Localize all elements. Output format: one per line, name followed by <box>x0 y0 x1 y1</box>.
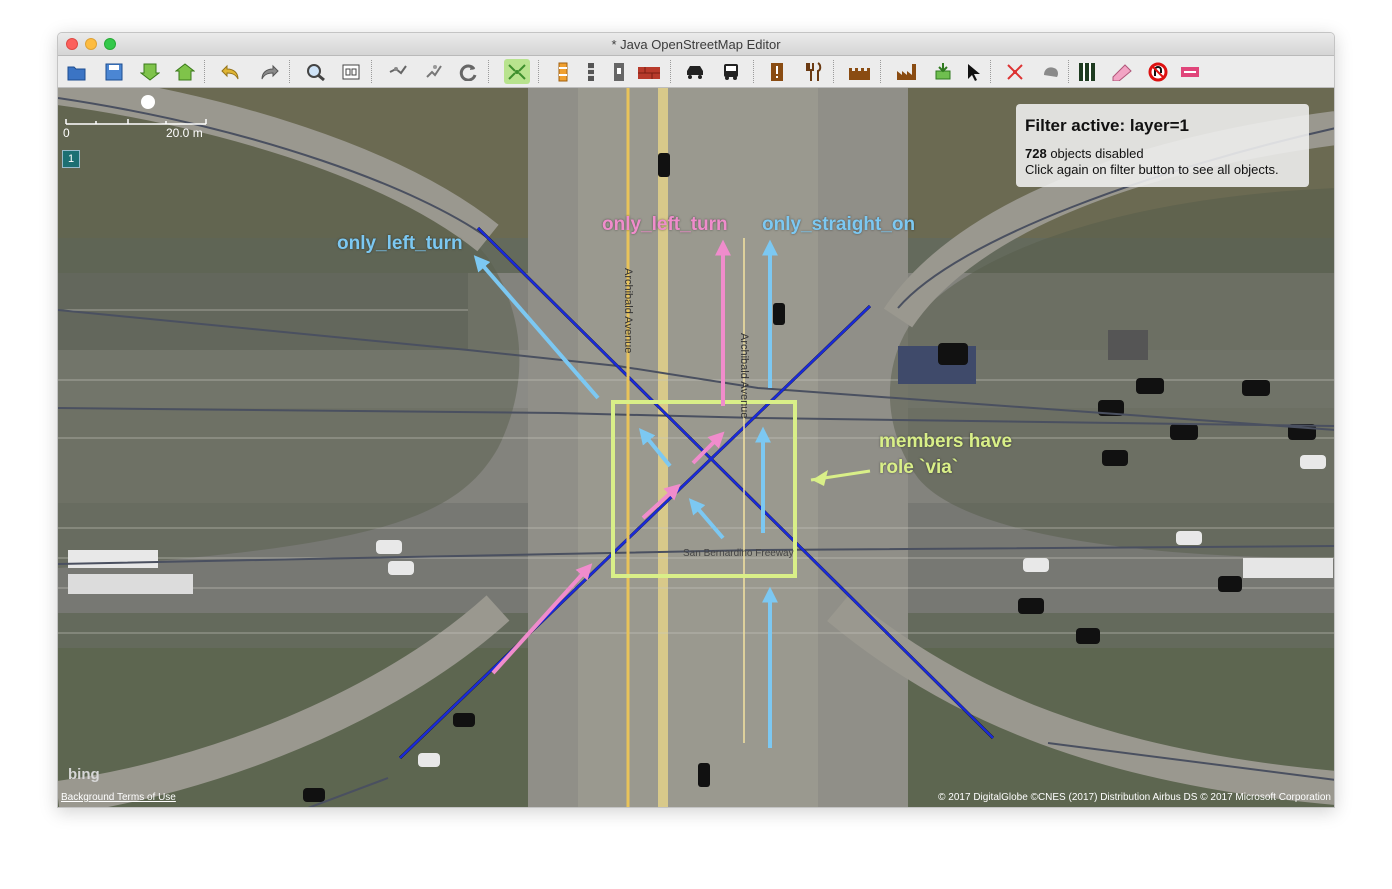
annotation-via-line2: role `via` <box>879 457 959 478</box>
barrier-b-icon[interactable] <box>578 59 604 84</box>
factory-icon[interactable] <box>894 59 920 84</box>
background-terms-link[interactable]: Background Terms of Use <box>61 792 176 803</box>
refresh-icon[interactable] <box>455 59 481 84</box>
scale-bar-distance: 20.0 m <box>166 126 203 140</box>
redo-icon[interactable] <box>256 59 282 84</box>
annotation-only-straight-on: only_straight_on <box>762 214 916 235</box>
select-area-icon[interactable] <box>504 59 530 84</box>
annotation-via-line1: members have <box>879 431 1013 452</box>
node-tool-icon[interactable] <box>930 59 956 84</box>
disabled-count: 728 <box>1025 146 1047 161</box>
tower-icon[interactable] <box>764 59 790 84</box>
undo-icon[interactable] <box>218 59 244 84</box>
filter-count-line: 728 objects disabled <box>1025 146 1144 161</box>
filter-title: Filter active: layer=1 <box>1025 116 1189 135</box>
download-icon[interactable] <box>137 59 163 84</box>
no-u-turn-icon[interactable] <box>1145 59 1171 84</box>
barrier-a-icon[interactable] <box>550 59 576 84</box>
filter-active-notice[interactable]: Filter active: layer=1 728 objects disab… <box>1016 104 1309 187</box>
zoom-icon[interactable] <box>303 59 329 84</box>
window-title: * Java OpenStreetMap Editor <box>611 37 781 52</box>
gate-icon[interactable] <box>606 59 632 84</box>
title-bar: * Java OpenStreetMap Editor <box>58 33 1334 56</box>
castle-icon[interactable] <box>846 59 872 84</box>
bing-logo: bing <box>68 766 100 783</box>
tag-pencil-icon[interactable] <box>1109 59 1135 84</box>
save-icon[interactable] <box>101 59 127 84</box>
draw-icon[interactable] <box>1002 59 1028 84</box>
road-name-label: Archibald Avenue <box>622 268 634 353</box>
road-name-label: Archibald Avenue <box>738 333 750 418</box>
upload-icon[interactable] <box>172 59 198 84</box>
open-file-icon[interactable] <box>64 59 90 84</box>
main-toolbar <box>58 56 1334 88</box>
layer-badge[interactable]: 1 <box>62 150 80 168</box>
preset-shape-icon[interactable] <box>1038 59 1064 84</box>
josm-window: * Java OpenStreetMap Editor Archibald Av… <box>57 32 1335 808</box>
bus-icon[interactable] <box>718 59 744 84</box>
map-view[interactable]: Archibald Avenue Archibald Avenue San Be… <box>58 88 1334 807</box>
road-icon[interactable] <box>1074 59 1100 84</box>
aerial-map-canvas: Archibald Avenue Archibald Avenue San Be… <box>58 88 1334 807</box>
filter-hint: Click again on filter button to see all … <box>1025 162 1279 177</box>
road-name-label: San Bernardino Freeway <box>683 548 794 559</box>
annotation-only-left-turn-left: only_left_turn <box>337 233 463 254</box>
select-cursor-icon[interactable] <box>960 59 986 84</box>
disabled-text: objects disabled <box>1050 146 1144 161</box>
no-entry-icon[interactable] <box>1177 59 1203 84</box>
wall-icon[interactable] <box>636 59 662 84</box>
plugin-icon[interactable] <box>420 59 446 84</box>
restaurant-icon[interactable] <box>801 59 827 84</box>
scale-bar-zero: 0 <box>63 126 70 140</box>
imagery-icon[interactable] <box>385 59 411 84</box>
wireframe-icon[interactable] <box>338 59 364 84</box>
car-icon[interactable] <box>682 59 708 84</box>
annotation-only-left-turn-top: only_left_turn <box>602 214 728 235</box>
imagery-copyright: © 2017 DigitalGlobe ©CNES (2017) Distrib… <box>938 792 1331 803</box>
